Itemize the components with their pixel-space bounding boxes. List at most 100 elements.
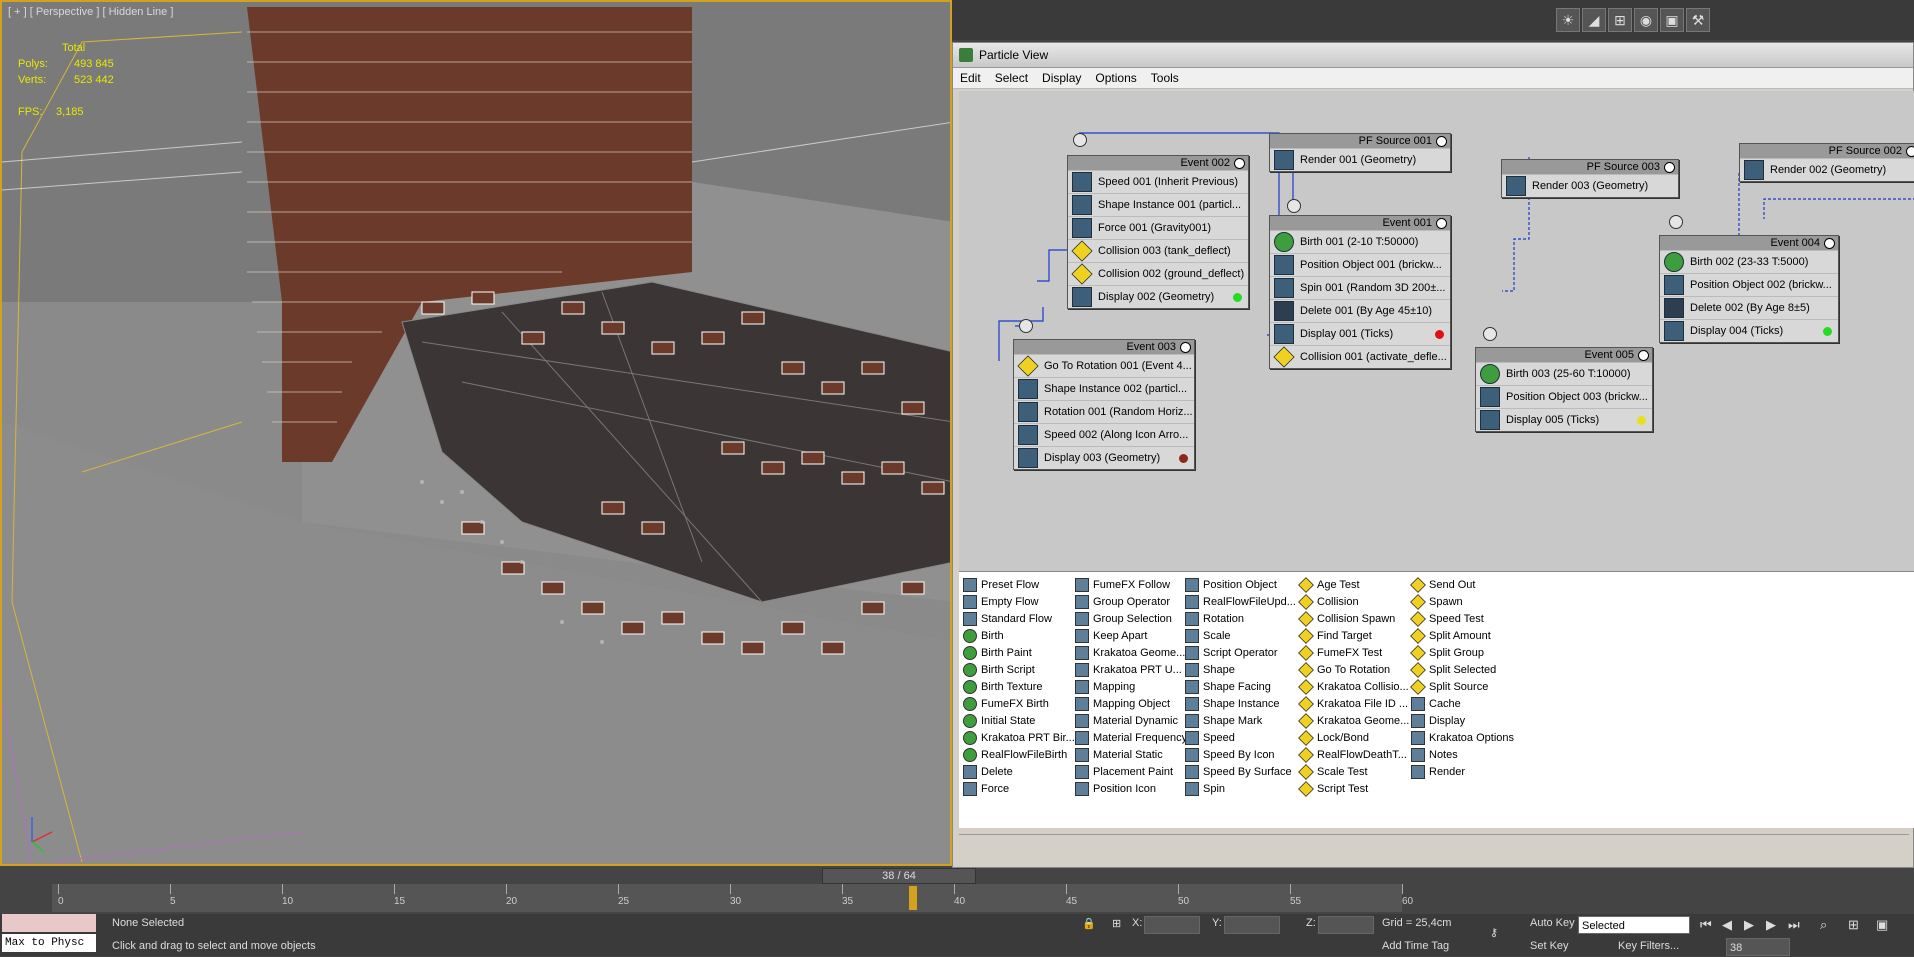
maxscript-listener-mini[interactable] (2, 914, 96, 932)
depot-item[interactable]: Krakatoa Options (1411, 729, 1514, 746)
source003-op-render[interactable]: Render 003 (Geometry) (1532, 180, 1648, 192)
key-filters-button[interactable]: Key Filters... (1618, 940, 1679, 952)
event002-op-collision003[interactable]: Collision 003 (tank_deflect) (1098, 245, 1231, 257)
set-key-button[interactable]: Set Key (1530, 940, 1569, 952)
event004-op-delete[interactable]: Delete 002 (By Age 8±5) (1690, 302, 1810, 314)
source002-op-render[interactable]: Render 002 (Geometry) (1770, 164, 1886, 176)
depot-item[interactable]: Force (963, 780, 1075, 797)
event001-op-delete[interactable]: Delete 001 (By Age 45±10) (1300, 305, 1432, 317)
depot-item[interactable]: Material Static (1075, 746, 1187, 763)
event005-display-color-swatch[interactable] (1637, 415, 1646, 425)
auto-key-button[interactable]: Auto Key (1530, 917, 1575, 929)
add-time-tag[interactable]: Add Time Tag (1382, 940, 1449, 952)
depot-item[interactable]: Birth Script (963, 661, 1075, 678)
depot-item[interactable]: Split Source (1410, 678, 1514, 695)
depot-item[interactable]: Position Object (1185, 576, 1296, 593)
event001-op-position-object[interactable]: Position Object 001 (brickw... (1300, 259, 1442, 271)
event003-op-speed[interactable]: Speed 002 (Along Icon Arro... (1044, 429, 1188, 441)
go-to-start-icon[interactable]: ⏮ (1700, 917, 1712, 933)
depot-item[interactable]: Krakatoa Geome... (1075, 644, 1187, 661)
next-frame-icon[interactable]: ▶ (1766, 917, 1776, 933)
current-frame-field[interactable]: 38 (1726, 938, 1790, 956)
menu-select[interactable]: Select (988, 71, 1035, 85)
depot-item[interactable]: Group Operator (1075, 593, 1187, 610)
event005-input-connector[interactable] (1483, 327, 1497, 341)
event003-display-color-swatch[interactable] (1179, 453, 1188, 463)
event001-input-connector[interactable] (1287, 199, 1301, 213)
depot-item[interactable]: Split Amount (1410, 627, 1514, 644)
depot-item[interactable]: Collision Spawn (1298, 610, 1409, 627)
depot-item[interactable]: Split Selected (1410, 661, 1514, 678)
depot-item[interactable]: Script Operator (1185, 644, 1296, 661)
depot-item[interactable]: FumeFX Follow (1075, 576, 1187, 593)
key-mode-dropdown[interactable]: Selected (1578, 916, 1690, 934)
depot-item[interactable]: Find Target (1298, 627, 1409, 644)
depot-item[interactable]: Scale (1185, 627, 1296, 644)
display-icon[interactable]: ▣ (1660, 8, 1684, 32)
depot-item[interactable]: Standard Flow (963, 610, 1075, 627)
event003-op-shape-instance[interactable]: Shape Instance 002 (particl... (1044, 383, 1187, 395)
current-frame-marker[interactable] (909, 886, 918, 910)
depot-item[interactable]: RealFlowFileBirth (963, 746, 1075, 763)
zoom-icon[interactable]: ⌕ (1820, 917, 1827, 933)
event005-op-display[interactable]: Display 005 (Ticks) (1506, 414, 1599, 426)
depot-item[interactable]: Krakatoa File ID ... (1298, 695, 1409, 712)
depot-item[interactable]: Shape (1185, 661, 1296, 678)
depot-item[interactable]: Placement Paint (1075, 763, 1187, 780)
depot-item[interactable]: Initial State (963, 712, 1075, 729)
event-graph[interactable]: Event 002 Speed 001 (Inherit Previous) S… (959, 91, 1914, 571)
hierarchy-icon[interactable]: ⊞ (1608, 8, 1632, 32)
depot-item[interactable]: Shape Facing (1185, 678, 1296, 695)
z-coordinate-field[interactable] (1318, 916, 1374, 934)
event001-display-color-swatch[interactable] (1435, 329, 1444, 339)
depot-item[interactable]: Spawn (1410, 593, 1514, 610)
event003-op-rotation[interactable]: Rotation 001 (Random Horiz... (1044, 406, 1193, 418)
event005-op-position-object[interactable]: Position Object 003 (brickw... (1506, 391, 1648, 403)
depot-item[interactable]: Scale Test (1298, 763, 1409, 780)
event004-display-color-swatch[interactable] (1823, 326, 1832, 336)
event001-op-birth[interactable]: Birth 001 (2-10 T:50000) (1300, 236, 1418, 248)
x-coordinate-field[interactable] (1144, 916, 1200, 934)
particle-view-titlebar[interactable]: Particle View (953, 43, 1913, 68)
depot-item[interactable]: Position Icon (1075, 780, 1187, 797)
depot-item[interactable]: Birth Texture (963, 678, 1075, 695)
event004-op-birth[interactable]: Birth 002 (23-33 T:5000) (1690, 256, 1808, 268)
create-icon[interactable]: ☀ (1556, 8, 1580, 32)
track-bar[interactable] (52, 884, 1402, 912)
previous-frame-icon[interactable]: ◀ (1722, 917, 1732, 933)
utilities-icon[interactable]: ⚒ (1686, 8, 1710, 32)
event002-op-force[interactable]: Force 001 (Gravity001) (1098, 222, 1211, 234)
menu-display[interactable]: Display (1035, 71, 1088, 85)
depot-item[interactable]: Krakatoa PRT Bir... (963, 729, 1075, 746)
depot-item[interactable]: Script Test (1298, 780, 1409, 797)
depot-item[interactable]: Preset Flow (963, 576, 1075, 593)
depot-item[interactable]: Speed By Surface (1185, 763, 1296, 780)
depot-item[interactable]: Material Frequency (1075, 729, 1187, 746)
zoom-all-icon[interactable]: ⊞ (1848, 917, 1859, 933)
key-icon[interactable]: ⚷ (1490, 926, 1498, 939)
y-coordinate-field[interactable] (1224, 916, 1280, 934)
depot-item[interactable]: Speed By Icon (1185, 746, 1296, 763)
depot-item[interactable]: Split Group (1410, 644, 1514, 661)
depot-item[interactable]: Birth Paint (963, 644, 1075, 661)
depot-item[interactable]: Display (1411, 712, 1514, 729)
depot-item[interactable]: Shape Mark (1185, 712, 1296, 729)
modify-icon[interactable]: ◢ (1582, 8, 1606, 32)
depot-item[interactable]: Krakatoa Geome... (1298, 712, 1409, 729)
event004-input-connector[interactable] (1669, 215, 1683, 229)
depot-item[interactable]: Krakatoa PRT U... (1075, 661, 1187, 678)
event003-op-go-to-rotation[interactable]: Go To Rotation 001 (Event 4... (1044, 360, 1192, 372)
depot-item[interactable]: Mapping Object (1075, 695, 1187, 712)
event001-node[interactable]: Event 001 Birth 001 (2-10 T:50000) Posit… (1269, 215, 1451, 369)
depot-item[interactable]: Shape Instance (1185, 695, 1296, 712)
depot-item[interactable]: Krakatoa Collisio... (1298, 678, 1409, 695)
event003-node[interactable]: Event 003 Go To Rotation 001 (Event 4...… (1013, 339, 1195, 470)
event002-op-speed[interactable]: Speed 001 (Inherit Previous) (1098, 176, 1238, 188)
event002-op-display[interactable]: Display 002 (Geometry) (1098, 291, 1214, 303)
event001-op-collision[interactable]: Collision 001 (activate_defle... (1300, 351, 1447, 363)
pf-source003-node[interactable]: PF Source 003 Render 003 (Geometry) (1501, 159, 1679, 198)
depot-item[interactable]: Speed Test (1410, 610, 1514, 627)
event002-op-collision002[interactable]: Collision 002 (ground_deflect) (1098, 268, 1244, 280)
depot-item[interactable]: Send Out (1410, 576, 1514, 593)
time-slider[interactable]: 38 / 64 (822, 868, 976, 884)
